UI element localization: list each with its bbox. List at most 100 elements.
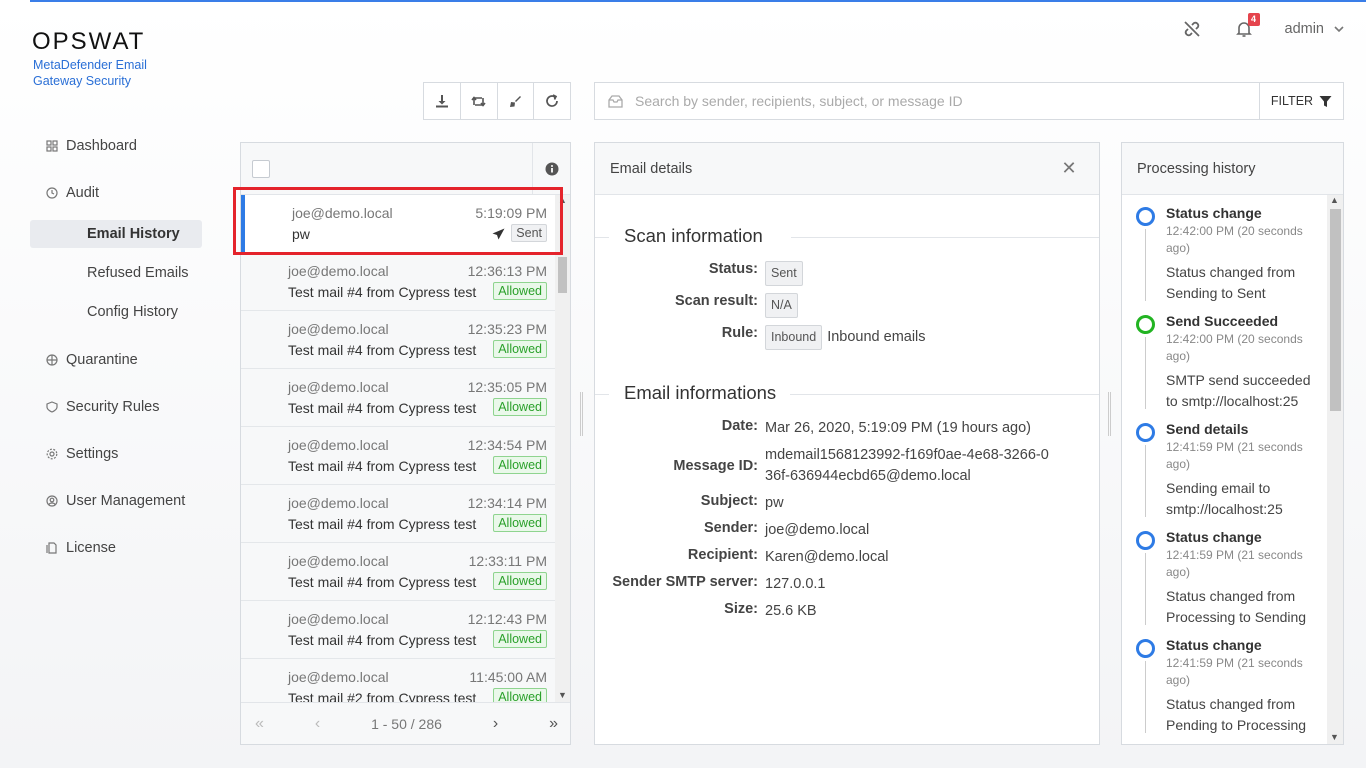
email-time: 12:36:13 PM — [467, 263, 547, 279]
email-subject: Test mail #4 from Cypress test — [288, 516, 477, 532]
resize-handle[interactable] — [1108, 392, 1111, 436]
sidebar-item-quarantine[interactable]: Quarantine — [30, 346, 202, 374]
scan-result-label: Scan result: — [675, 293, 758, 309]
sidebar-item-security-rules[interactable]: Security Rules — [30, 393, 202, 421]
rule-tag: Inbound — [765, 325, 823, 350]
filter-button[interactable]: FILTER — [1259, 83, 1343, 119]
history-item: Send details 12:41:59 PM (21 seconds ago… — [1122, 411, 1327, 519]
scroll-down-arrow-icon[interactable]: ▼ — [555, 690, 570, 702]
quarantine-icon — [46, 354, 58, 366]
email-sender: joe@demo.local — [288, 379, 389, 395]
sidebar-item-label: Audit — [66, 185, 100, 201]
rule-row: Rule: Inbound Inbound emails — [595, 325, 1099, 350]
email-row[interactable]: joe@demo.local 12:33:11 PM Test mail #4 … — [241, 543, 555, 601]
timeline-line — [1145, 661, 1146, 733]
close-icon[interactable]: ✕ — [1054, 158, 1084, 179]
header-actions: 4 admin — [1181, 13, 1345, 40]
select-all-checkbox[interactable] — [252, 159, 270, 178]
size-value: 25.6 KB — [765, 603, 817, 619]
history-desc: Status changed from Sending to Sent — [1166, 264, 1296, 301]
history-time: 12:41:59 PM (21 seconds ago) — [1166, 656, 1303, 687]
sidebar-item-email-history[interactable]: Email History — [30, 220, 202, 248]
chevron-down-icon — [1334, 26, 1344, 33]
disconnect-icon[interactable] — [1181, 18, 1203, 40]
email-time: 11:45:00 AM — [469, 669, 547, 685]
email-sender: joe@demo.local — [288, 669, 389, 685]
page-range: 1 - 50 / 286 — [371, 715, 442, 732]
sidebar-item-settings[interactable]: Settings — [30, 440, 202, 468]
history-time: 12:41:59 PM (21 seconds ago) — [1166, 440, 1303, 471]
email-subject: Test mail #4 from Cypress test — [288, 574, 477, 590]
email-time: 12:35:05 PM — [467, 379, 547, 395]
email-row[interactable]: joe@demo.local 12:34:14 PM Test mail #4 … — [241, 485, 555, 543]
email-subject: pw — [292, 226, 310, 242]
divider — [791, 237, 1099, 238]
refresh-button[interactable] — [534, 83, 570, 119]
email-row[interactable]: joe@demo.local 12:34:54 PM Test mail #4 … — [241, 427, 555, 485]
user-menu[interactable]: admin — [1285, 21, 1345, 37]
audit-icon — [46, 187, 58, 199]
sidebar-item-audit[interactable]: Audit — [30, 179, 202, 207]
sidebar-item-config-history[interactable]: Config History — [30, 298, 202, 326]
next-page-icon[interactable]: › — [493, 715, 498, 733]
sidebar-item-license[interactable]: License — [30, 534, 202, 562]
scroll-thumb[interactable] — [558, 257, 567, 293]
scan-result-tag: N/A — [765, 293, 798, 318]
smtp-server-label: Sender SMTP server: — [612, 574, 758, 590]
last-page-icon[interactable]: » — [549, 715, 558, 733]
opswat-logo: OPSWAT — [32, 28, 146, 55]
timeline-line — [1145, 445, 1146, 517]
rule-value: Inbound emails — [827, 329, 926, 345]
sender-value: joe@demo.local — [765, 522, 870, 538]
email-sender: joe@demo.local — [288, 321, 389, 337]
history-item: Status change 12:41:59 PM (21 seconds ag… — [1122, 627, 1327, 735]
download-icon — [435, 95, 448, 108]
email-row[interactable]: joe@demo.local 12:35:23 PM Test mail #4 … — [241, 311, 555, 369]
email-list-scrollbar[interactable]: ▲ ▼ — [555, 195, 570, 702]
history-desc: Sending email to smtp://localhost:25 — [1166, 480, 1283, 517]
history-desc: Status changed from Processing to Sendin… — [1166, 588, 1307, 625]
status-badge: Allowed — [493, 688, 547, 702]
processing-history-panel: Processing history Status change 12:42:0… — [1121, 142, 1344, 745]
email-row[interactable]: joe@demo.local 12:12:43 PM Test mail #4 … — [241, 601, 555, 659]
first-page-icon[interactable]: « — [255, 715, 264, 733]
scroll-down-arrow-icon[interactable]: ▼ — [1327, 732, 1342, 744]
email-list-panel: joe@demo.local 5:19:09 PM pw Sent joe@de… — [240, 142, 571, 745]
history-title: Send details — [1166, 421, 1249, 437]
details-header: Email details ✕ — [595, 143, 1099, 195]
email-info-heading: Email informations — [595, 382, 1099, 404]
info-button[interactable] — [532, 143, 570, 194]
resize-handle[interactable] — [580, 392, 583, 436]
notification-bell-icon[interactable]: 4 — [1233, 13, 1260, 40]
date-value: Mar 26, 2020, 5:19:09 PM (19 hours ago) — [765, 420, 1031, 436]
dashboard-icon — [46, 140, 58, 152]
history-desc: Status changed from Pending to Processin… — [1166, 696, 1307, 733]
email-row[interactable]: joe@demo.local 12:36:13 PM Test mail #4 … — [241, 253, 555, 311]
prev-page-icon[interactable]: ‹ — [315, 715, 320, 733]
broom-icon — [509, 95, 521, 107]
timeline-line — [1145, 337, 1146, 409]
scroll-up-arrow-icon[interactable]: ▲ — [1327, 195, 1342, 207]
email-details-panel: Email details ✕ Scan information Status:… — [594, 142, 1100, 745]
email-row[interactable]: joe@demo.local 12:35:05 PM Test mail #4 … — [241, 369, 555, 427]
scroll-thumb[interactable] — [1330, 209, 1341, 411]
clean-button[interactable] — [498, 83, 535, 119]
search-bar: FILTER — [594, 82, 1344, 120]
scroll-up-arrow-icon[interactable]: ▲ — [555, 195, 570, 207]
email-time: 5:19:09 PM — [475, 205, 547, 221]
subject-row: Subject: pw — [595, 493, 1099, 514]
resend-button[interactable] — [461, 83, 498, 119]
email-row[interactable]: joe@demo.local 11:45:00 AM Test mail #2 … — [241, 659, 555, 702]
history-time: 12:42:00 PM (20 seconds ago) — [1166, 224, 1303, 255]
download-button[interactable] — [424, 83, 461, 119]
status-row: Status: Sent — [595, 261, 1099, 286]
status-badge: Allowed — [493, 398, 547, 416]
sidebar-item-refused-emails[interactable]: Refused Emails — [30, 259, 202, 287]
email-sender: joe@demo.local — [288, 553, 389, 569]
sidebar-item-dashboard[interactable]: Dashboard — [30, 132, 202, 160]
search-input[interactable] — [635, 93, 1259, 109]
product-name: MetaDefender Email Gateway Security — [33, 58, 147, 88]
sidebar-item-user-management[interactable]: User Management — [30, 487, 202, 515]
email-row[interactable]: joe@demo.local 5:19:09 PM pw Sent — [241, 195, 555, 253]
history-scrollbar[interactable]: ▲ ▼ — [1327, 195, 1343, 744]
